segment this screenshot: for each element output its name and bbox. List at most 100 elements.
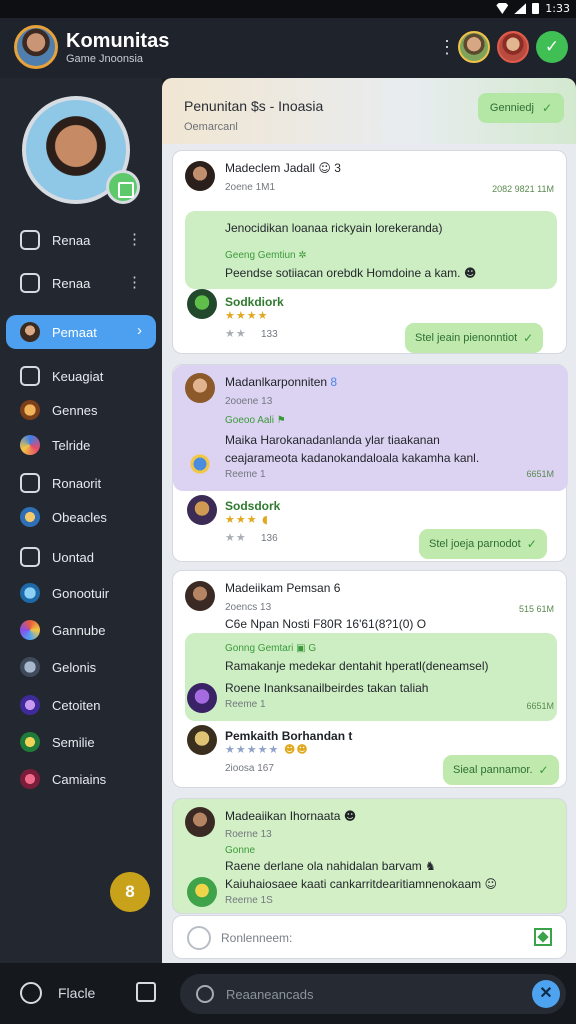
sidebar-item-label: Ronaorit bbox=[52, 475, 102, 491]
sidebar-item-camiains[interactable]: Camiains bbox=[6, 762, 156, 796]
game-icon bbox=[20, 657, 40, 677]
game-icon bbox=[20, 695, 40, 715]
sidebar-item-obeacles[interactable]: Obeacles bbox=[6, 500, 156, 534]
post-time: 6651M bbox=[526, 469, 554, 479]
bottom-bar-label[interactable]: Flacle bbox=[58, 985, 95, 1001]
power-icon[interactable] bbox=[20, 982, 42, 1004]
search-input[interactable]: Reaaneancads bbox=[226, 987, 313, 1002]
author-avatar[interactable] bbox=[185, 373, 215, 403]
sidebar-item-gelonis[interactable]: Gelonis bbox=[6, 650, 156, 684]
search-bar[interactable]: Reaaneancads ✕ bbox=[180, 974, 566, 1014]
post-meta: Reerne 1S bbox=[225, 895, 273, 906]
reply-button-label: Sieal pannamor. bbox=[453, 764, 533, 776]
emoji-icon: ☺ bbox=[484, 877, 498, 891]
rating-stars: ★★★★ bbox=[225, 309, 269, 322]
reply-button[interactable]: Sieal pannamor. ✓ bbox=[443, 755, 559, 785]
sidebar-item-uontad[interactable]: Uontad bbox=[6, 540, 156, 574]
check-icon: ✓ bbox=[538, 763, 549, 777]
send-icon[interactable] bbox=[534, 928, 552, 946]
sidebar-item-cetoiten[interactable]: Cetoiten bbox=[6, 688, 156, 722]
sidebar-item-label: Semilie bbox=[52, 734, 95, 750]
commenter-name[interactable]: Sodsdork bbox=[225, 499, 280, 513]
sidebar-item-gonootuir[interactable]: Gonootuir bbox=[6, 576, 156, 610]
author-avatar[interactable] bbox=[185, 581, 215, 611]
game-icon bbox=[20, 400, 40, 420]
check-icon: ✓ bbox=[526, 537, 537, 551]
post-line: Peendse sotiiacan orebdk Homdoine a kam.… bbox=[225, 266, 477, 280]
post-line: Roene Inanksanailbeirdes takan taliah bbox=[225, 681, 429, 695]
profile-edit-icon[interactable] bbox=[106, 170, 140, 204]
more-icon[interactable]: ⋮ bbox=[127, 273, 142, 291]
commenter-avatar[interactable] bbox=[187, 725, 217, 755]
more-icon[interactable]: ⋮ bbox=[127, 230, 142, 248]
status-clock: 1:33 bbox=[545, 2, 570, 15]
sidebar-item-label: Keuagiat bbox=[52, 368, 104, 384]
floating-action-button[interactable]: 8 bbox=[110, 872, 150, 912]
close-icon[interactable]: ✕ bbox=[532, 980, 560, 1008]
sidebar-item-semilie[interactable]: Semilie bbox=[6, 725, 156, 759]
post-time: 6651M bbox=[526, 701, 554, 711]
sidebar-item-label: Telride bbox=[52, 437, 91, 453]
rating-count: 133 bbox=[261, 329, 278, 340]
post-meta: 2ooene 13 bbox=[225, 396, 273, 407]
sidebar-item-label: Gonootuir bbox=[52, 585, 110, 601]
author-avatar[interactable] bbox=[185, 161, 215, 191]
sidebar-item-label: Camiains bbox=[52, 771, 107, 787]
post-meta: 2oene 1M1 bbox=[225, 182, 276, 193]
battery-icon bbox=[532, 3, 540, 14]
post-card[interactable]: Madeiikam Pemsan 6 2oencs 13 515 61M C6e… bbox=[172, 570, 567, 788]
community-subtitle: Oemarcanl bbox=[184, 121, 238, 133]
sidebar-item-label: Gennes bbox=[52, 402, 98, 418]
user-avatar[interactable] bbox=[14, 25, 58, 69]
sidebar-item-gannube[interactable]: Gannube bbox=[6, 613, 156, 647]
leaf-icon: ✲ bbox=[298, 250, 307, 261]
sidebar-item-ronaorit[interactable]: Ronaorit bbox=[6, 466, 156, 500]
window-icon[interactable] bbox=[136, 982, 156, 1002]
post-card[interactable]: Madeaiikan Ihornaata ☻ Roerne 13 Gonne R… bbox=[172, 798, 567, 914]
reply-button[interactable]: Stel joeja parnodot ✓ bbox=[419, 529, 547, 559]
emoji-picker-icon[interactable] bbox=[187, 926, 211, 950]
app-subtitle: Game Jnoonsia bbox=[66, 53, 144, 65]
author-avatar[interactable] bbox=[185, 807, 215, 837]
sidebar-item-gennes[interactable]: Gennes bbox=[6, 393, 156, 427]
friend-avatar[interactable] bbox=[458, 31, 490, 63]
post-meta: Reeme 1 bbox=[225, 469, 266, 480]
more-vert-icon[interactable]: ⋮ bbox=[438, 36, 456, 58]
pin-icon: ⚑ bbox=[276, 415, 286, 426]
sidebar-item-label: Renaa bbox=[52, 275, 91, 291]
friend-avatar[interactable] bbox=[497, 31, 529, 63]
sidebar-item-keuagiat[interactable]: Keuagiat bbox=[6, 359, 156, 393]
comment-input[interactable]: Ronlenneem: bbox=[221, 931, 292, 945]
join-button[interactable]: Genniedj ✓ bbox=[477, 93, 564, 123]
commenter-name[interactable]: Sodkdiork bbox=[225, 295, 284, 309]
sidebar-item-label: Gannube bbox=[52, 622, 106, 638]
page-icon bbox=[20, 547, 40, 567]
game-thumbnail-icon bbox=[185, 449, 215, 479]
comment-composer[interactable]: Ronlenneem: bbox=[172, 915, 567, 959]
post-card[interactable]: Madanlkarponniten 8 2ooene 13 Goeoo Aali… bbox=[172, 364, 568, 562]
check-icon[interactable]: ✓ bbox=[536, 31, 568, 63]
commenter-avatar[interactable] bbox=[187, 877, 217, 907]
sidebar-item-telride[interactable]: Telride bbox=[6, 428, 156, 462]
commenter-avatar[interactable] bbox=[187, 495, 217, 525]
sidebar-item-label: Pemaat bbox=[52, 324, 97, 340]
post-card[interactable]: Madeclem Jadall ☺ 3 2oene 1M1 2082 9821 … bbox=[172, 150, 567, 354]
commenter-avatar[interactable] bbox=[187, 289, 217, 319]
sidebar-item-label: Cetoiten bbox=[52, 697, 101, 713]
author-name[interactable]: Madanlkarponniten 8 bbox=[225, 375, 337, 389]
author-name[interactable]: Madeiikam Pemsan 6 bbox=[225, 581, 340, 595]
sidebar-item-renaa-2[interactable]: Renaa ⋮ bbox=[6, 266, 156, 300]
reply-button-label: Stel jeain pienonntiot bbox=[415, 332, 518, 344]
commenter-avatar[interactable] bbox=[187, 683, 217, 713]
author-name[interactable]: Madeclem Jadall ☺ 3 bbox=[225, 161, 341, 175]
rating-count: 136 bbox=[261, 533, 278, 544]
post-meta: 2oencs 13 bbox=[225, 602, 272, 613]
commenter-name[interactable]: Pemkaith Borhandan t bbox=[225, 729, 352, 743]
reply-button[interactable]: Stel jeain pienonntiot ✓ bbox=[405, 323, 544, 353]
sidebar-item-renaa[interactable]: Renaa ⋮ bbox=[6, 223, 156, 257]
chat-icon bbox=[20, 230, 40, 250]
author-name[interactable]: Madeaiikan Ihornaata ☻ bbox=[225, 809, 356, 823]
sidebar-item-pemaat[interactable]: Pemaat › bbox=[6, 315, 156, 349]
post-feed[interactable]: Madeclem Jadall ☺ 3 2oene 1M1 2082 9821 … bbox=[162, 144, 576, 963]
user-icon bbox=[20, 322, 40, 342]
